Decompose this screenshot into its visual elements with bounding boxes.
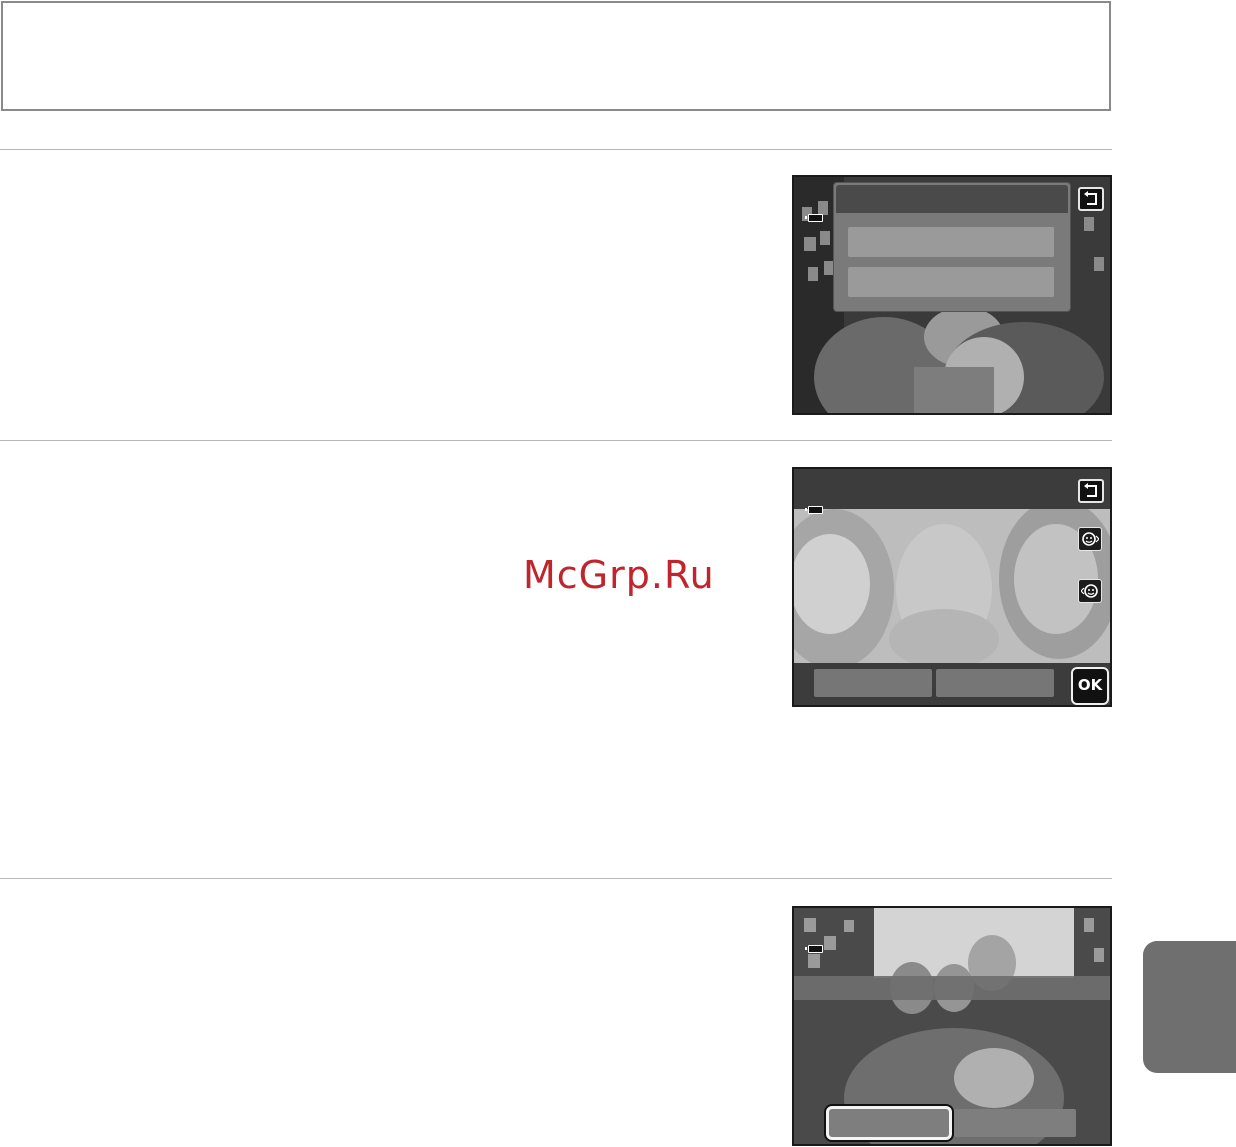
watermark: McGrp.Ru [523, 553, 715, 597]
face-next-icon [1082, 532, 1099, 546]
section-divider [0, 440, 1112, 441]
option-button[interactable] [954, 1109, 1076, 1137]
back-icon [1084, 191, 1097, 205]
face-prev-icon [1081, 584, 1098, 598]
back-icon [1084, 483, 1097, 497]
menu-screen [792, 175, 1112, 415]
note-box [1, 1, 1111, 111]
menu-title-bar [836, 185, 1068, 213]
menu-panel [834, 183, 1070, 311]
top-bar [794, 469, 1110, 509]
battery-icon [805, 945, 823, 953]
menu-item[interactable] [848, 227, 1054, 257]
back-button[interactable] [1078, 479, 1104, 503]
section-divider [0, 149, 1112, 150]
back-button[interactable] [1078, 187, 1104, 211]
ok-button[interactable]: OK [1071, 667, 1109, 705]
section-divider [0, 878, 1112, 879]
bar-button[interactable] [814, 669, 932, 697]
section-tab [1143, 941, 1236, 1073]
battery-icon [805, 214, 823, 222]
face-next-button[interactable] [1078, 527, 1102, 551]
selected-option-button[interactable] [826, 1106, 952, 1140]
face-prev-button[interactable] [1078, 579, 1102, 603]
bar-button[interactable] [936, 669, 1054, 697]
battery-icon [805, 506, 823, 514]
confirm-screen [792, 906, 1112, 1146]
face-select-screen: OK [792, 467, 1112, 707]
message-band [794, 976, 1110, 1000]
menu-item[interactable] [848, 267, 1054, 297]
